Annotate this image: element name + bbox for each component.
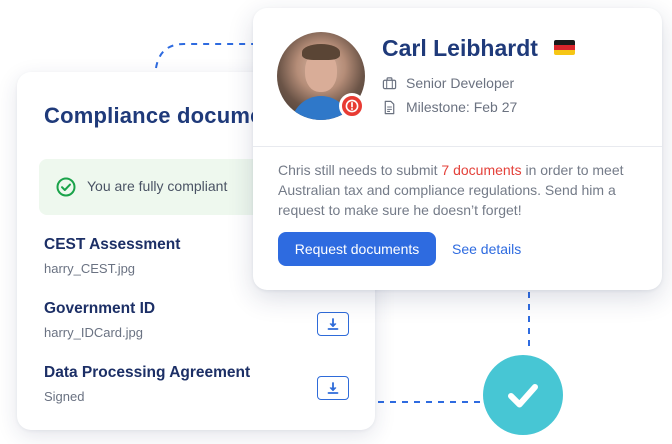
download-icon	[327, 318, 339, 330]
check-circle-icon	[56, 177, 76, 197]
download-button[interactable]	[317, 376, 349, 400]
role-row: Senior Developer	[382, 74, 514, 92]
germany-flag-icon	[554, 40, 575, 55]
document-item-government-id[interactable]: Government ID harry_IDCard.jpg	[44, 300, 354, 346]
document-item-data-processing-agreement[interactable]: Data Processing Agreement Signed	[44, 364, 354, 410]
document-filename: harry_IDCard.jpg	[44, 325, 143, 340]
profile-name: Carl Leibhardt	[382, 35, 538, 61]
success-check-icon	[483, 355, 563, 435]
briefcase-icon	[382, 76, 397, 89]
missing-documents-message: Chris still needs to submit 7 documents …	[278, 162, 624, 218]
download-icon	[327, 382, 339, 394]
checkmark-icon	[508, 384, 538, 408]
compliant-status-text: You are fully compliant	[87, 178, 228, 194]
document-status: Signed	[44, 389, 85, 404]
milestone-text: Milestone: Feb 27	[406, 99, 518, 115]
download-button[interactable]	[317, 312, 349, 336]
document-title: Data Processing Agreement	[44, 364, 251, 381]
contractor-profile-card: Carl Leibhardt Senior Developer Mileston…	[253, 8, 662, 290]
document-icon	[384, 100, 395, 114]
document-title: Government ID	[44, 300, 156, 317]
request-documents-button[interactable]: Request documents	[278, 232, 436, 266]
role-text: Senior Developer	[406, 75, 515, 91]
alert-icon	[345, 99, 359, 113]
milestone-row: Milestone: Feb 27	[382, 98, 517, 116]
divider	[253, 146, 662, 147]
see-details-link[interactable]: See details	[452, 241, 521, 257]
missing-documents-count: 7 documents	[441, 162, 522, 178]
alert-badge	[339, 93, 365, 119]
